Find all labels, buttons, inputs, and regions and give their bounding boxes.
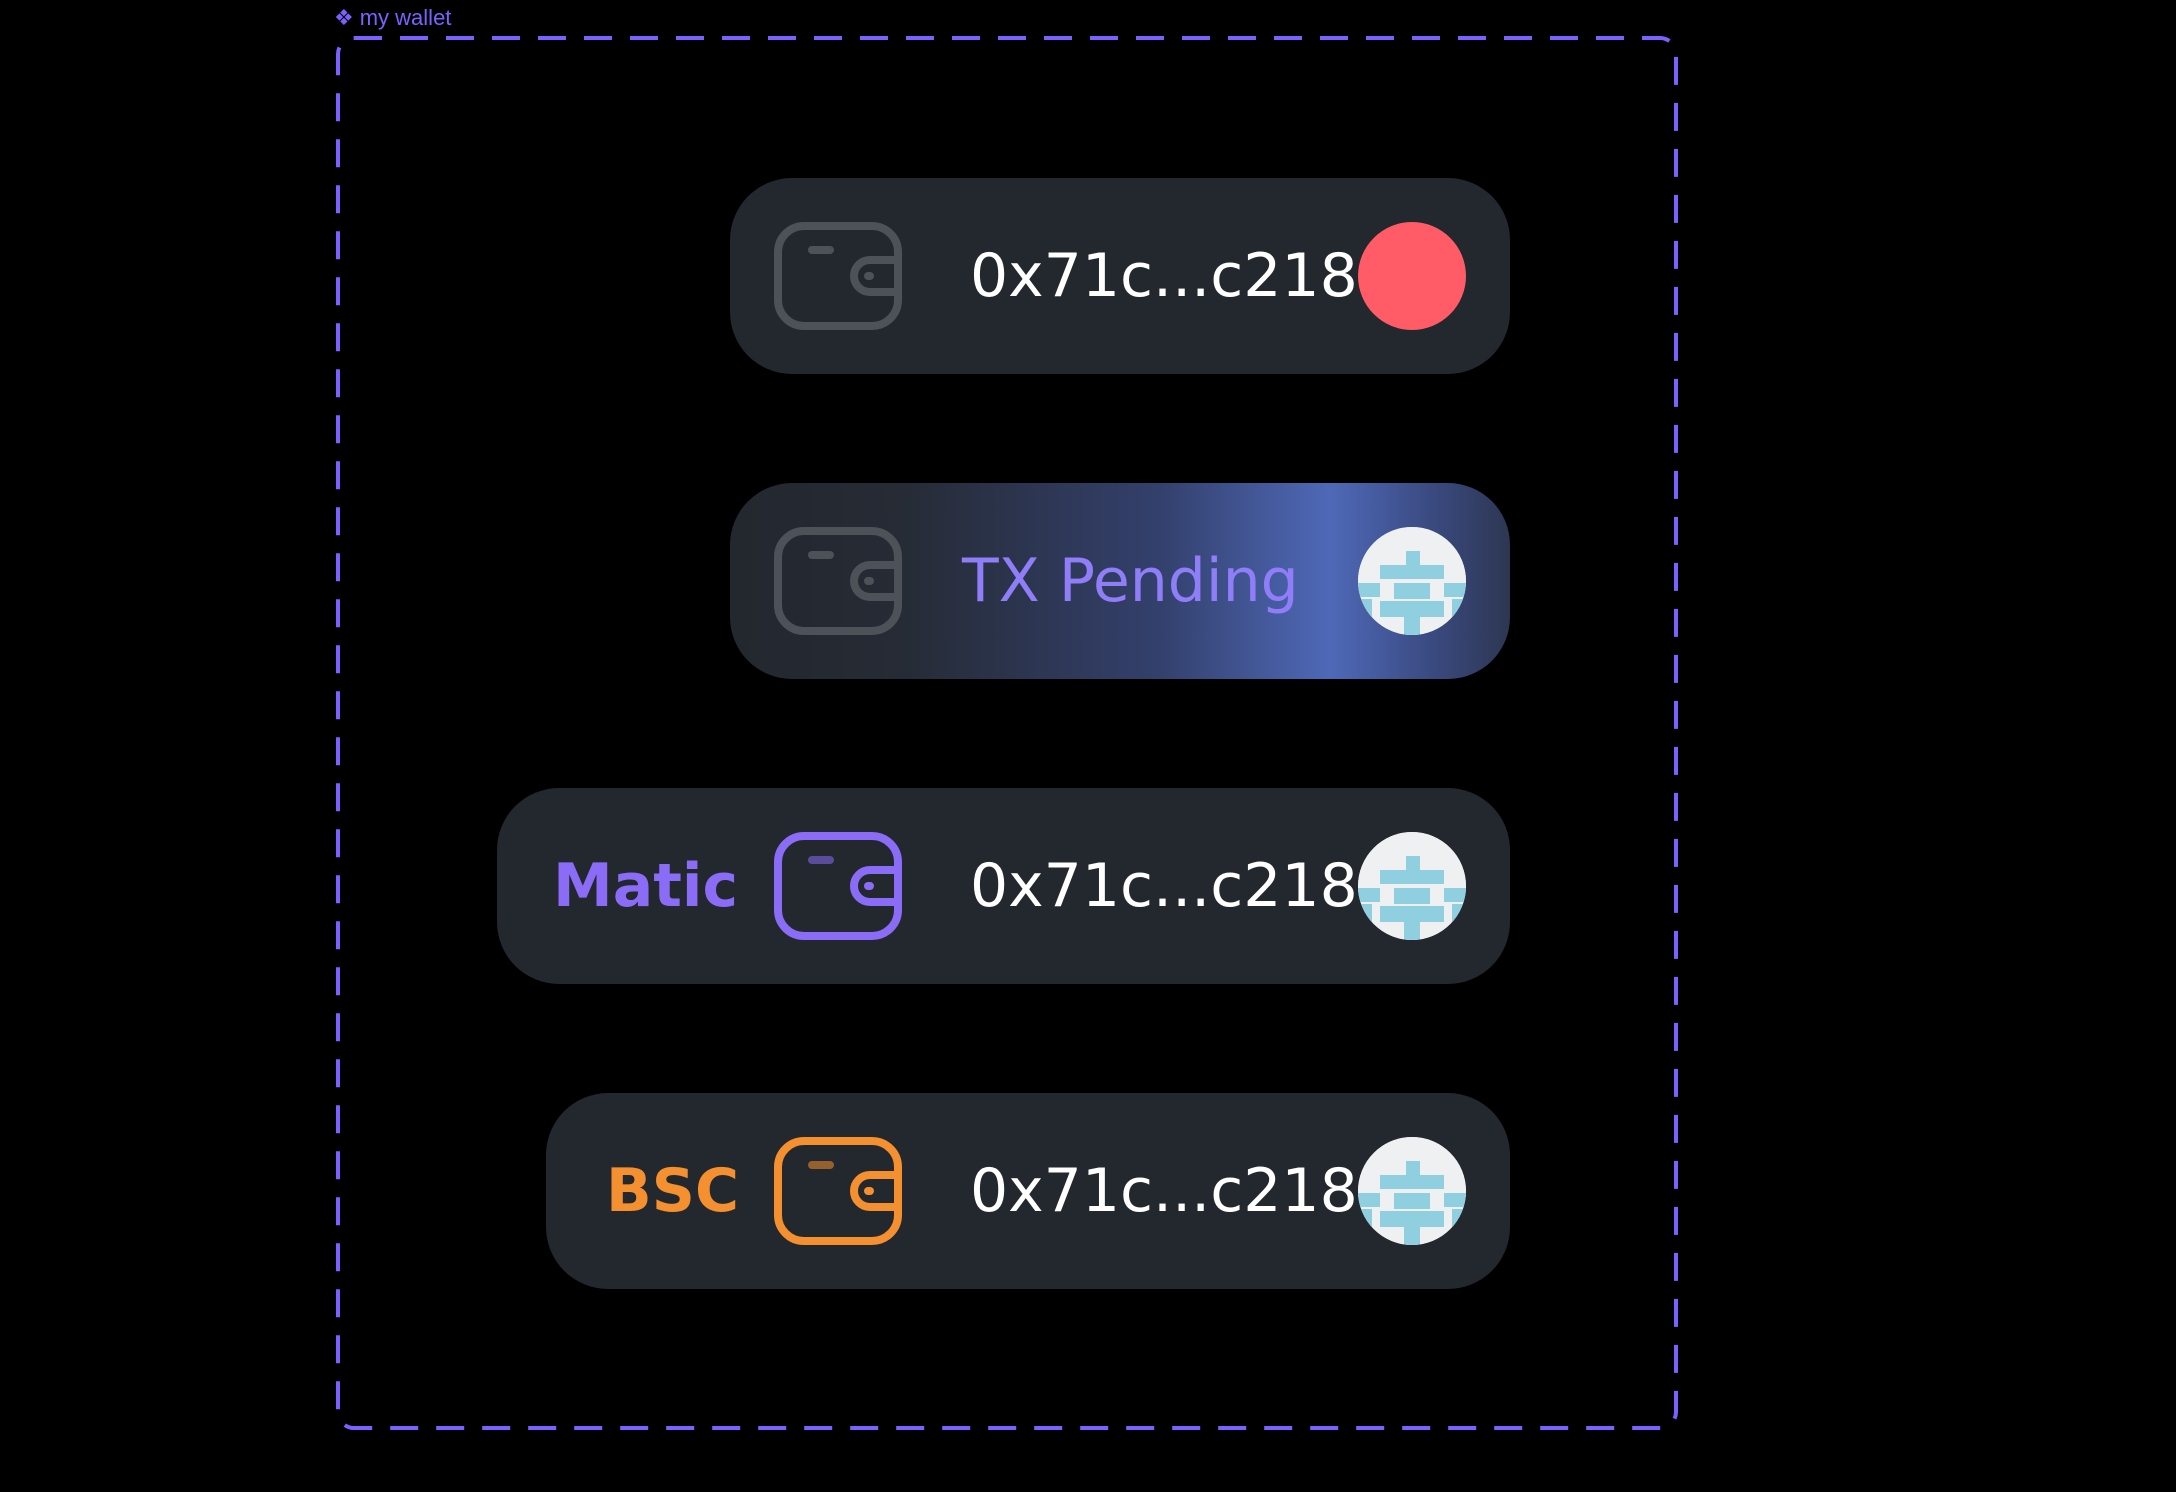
wallet-icon bbox=[774, 1137, 902, 1245]
identicon-avatar-icon[interactable] bbox=[1358, 832, 1466, 940]
wallet-button-matic[interactable]: Matic 0x71c...c218 bbox=[497, 788, 1510, 984]
component-diamond-icon: ❖ bbox=[334, 5, 354, 30]
identicon-avatar-icon[interactable] bbox=[1358, 527, 1466, 635]
wallet-button-pending[interactable]: TX Pending bbox=[730, 483, 1510, 679]
chain-label: BSC bbox=[606, 1156, 739, 1226]
wallet-button-bsc[interactable]: BSC 0x71c...c218 bbox=[546, 1093, 1510, 1289]
wallet-icon bbox=[774, 527, 902, 635]
wallet-address: 0x71c...c218 bbox=[970, 241, 1358, 311]
wallet-icon bbox=[774, 222, 902, 330]
identicon-avatar-icon[interactable] bbox=[1358, 1137, 1466, 1245]
frame-label-text: my wallet bbox=[359, 5, 452, 30]
frame-label: ❖ my wallet bbox=[334, 4, 451, 32]
wallet-button-disconnected[interactable]: 0x71c...c218 bbox=[730, 178, 1510, 374]
wallet-address: 0x71c...c218 bbox=[970, 851, 1358, 921]
wallet-icon bbox=[774, 832, 902, 940]
chain-label: Matic bbox=[553, 851, 739, 921]
tx-pending-status: TX Pending bbox=[962, 546, 1299, 616]
wallet-address: 0x71c...c218 bbox=[970, 1156, 1358, 1226]
error-dot-icon bbox=[1358, 222, 1466, 330]
